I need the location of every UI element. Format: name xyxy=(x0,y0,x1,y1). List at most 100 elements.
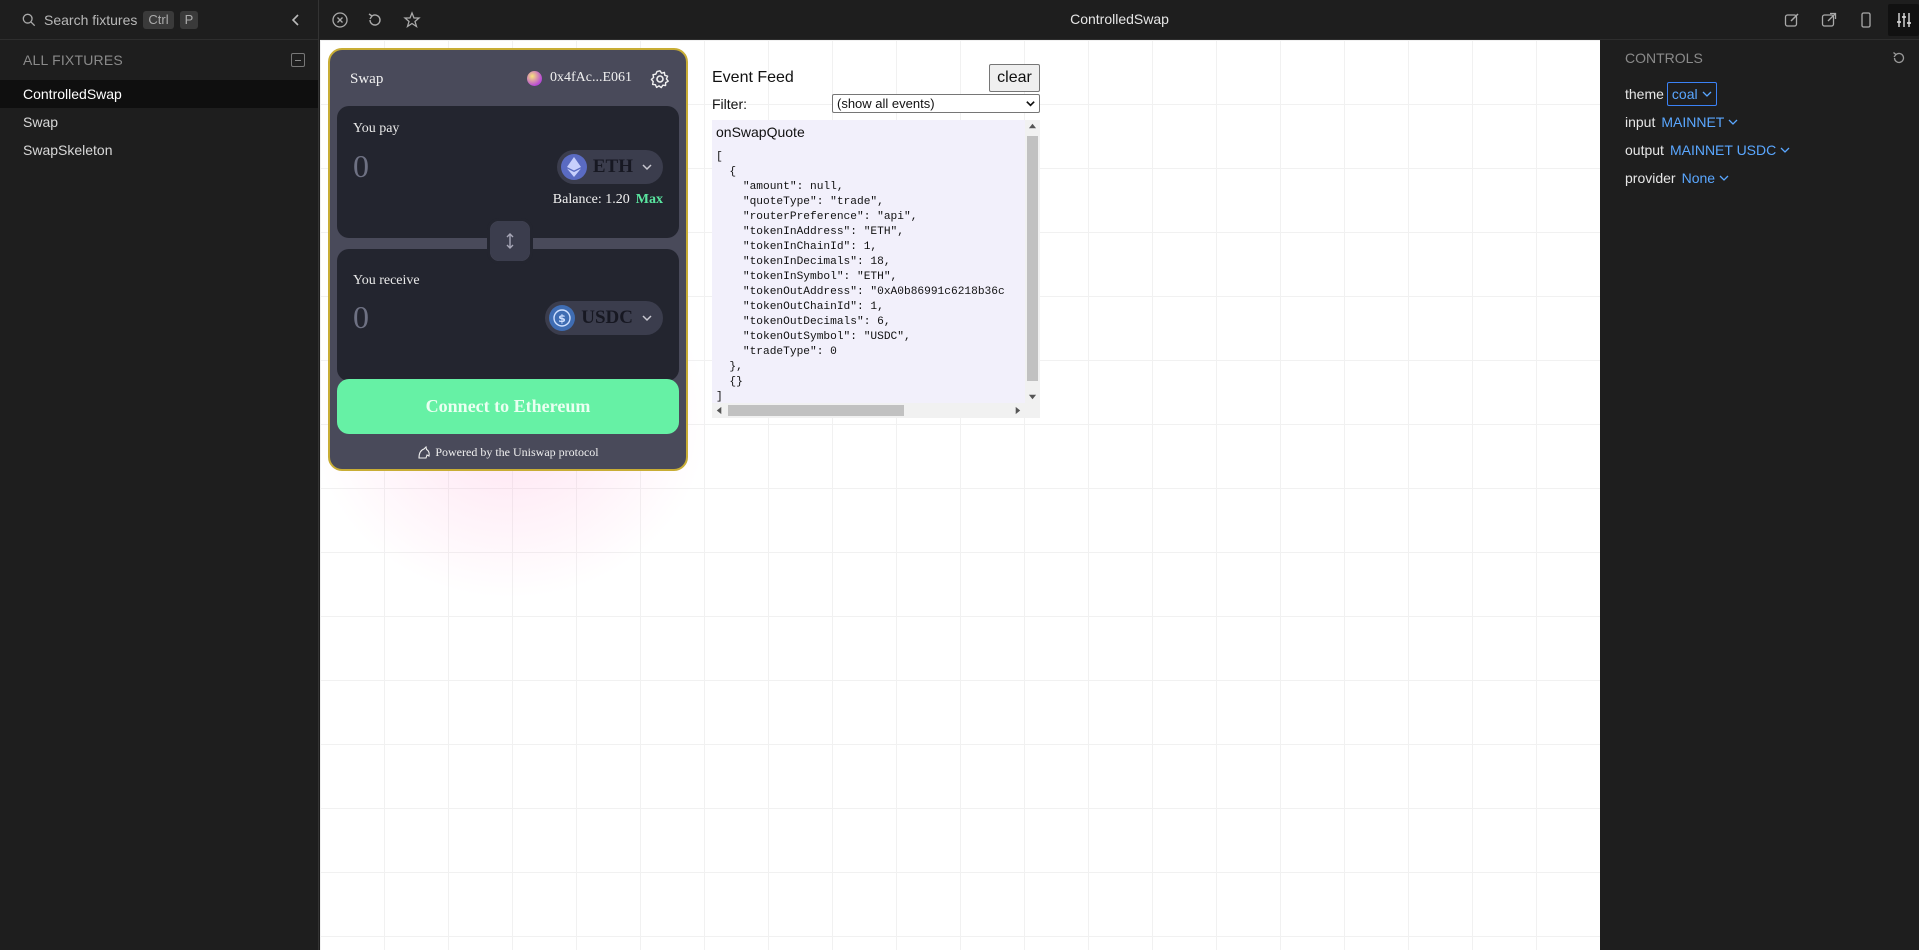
control-row-input: input MAINNET xyxy=(1625,114,1738,130)
max-button[interactable]: Max xyxy=(636,192,663,207)
fixtures-section-title: ALL FIXTURES xyxy=(23,52,123,68)
open-new-tab-icon[interactable] xyxy=(1820,11,1838,29)
horizontal-scroll-thumb[interactable] xyxy=(728,405,904,416)
close-fixture-icon[interactable] xyxy=(331,11,349,29)
controls-toggle-button[interactable] xyxy=(1888,4,1919,36)
switch-tokens-button[interactable] xyxy=(487,218,533,264)
control-label-input: input xyxy=(1625,114,1656,130)
fixtures-section-header: ALL FIXTURES xyxy=(0,40,318,80)
wallet-connection[interactable]: 0x4fAc...E061 xyxy=(526,70,632,86)
receive-token-selector[interactable]: $ USDC xyxy=(545,301,663,335)
eth-icon xyxy=(560,154,587,180)
controls-panel: CONTROLS theme coal input MAINNET output… xyxy=(1600,40,1919,950)
search-fixtures-bar[interactable]: Search fixtures Ctrl P xyxy=(0,0,318,40)
swap-widget: Swap 0x4fAc...E061 You pay 0 ETH Balance… xyxy=(328,48,688,471)
fixture-item-swapskeleton[interactable]: SwapSkeleton xyxy=(0,136,318,164)
fixture-preview-canvas: Swap 0x4fAc...E061 You pay 0 ETH Balance… xyxy=(320,40,1600,950)
usdc-icon: $ xyxy=(549,305,576,331)
powered-by-text: Powered by the Uniswap protocol xyxy=(435,445,599,459)
event-log-line: { xyxy=(716,166,737,178)
search-placeholder: Search fixtures xyxy=(44,11,138,28)
control-label-provider: provider xyxy=(1625,170,1676,186)
pay-amount-input[interactable]: 0 xyxy=(353,148,369,185)
collapse-sidebar-chevron-icon[interactable] xyxy=(288,12,304,28)
input-value: MAINNET xyxy=(1661,114,1725,130)
theme-select[interactable]: coal xyxy=(1666,82,1717,106)
chevron-down-icon xyxy=(1026,101,1035,107)
provider-select[interactable]: None xyxy=(1682,170,1729,186)
event-feed-title: Event Feed xyxy=(712,69,794,86)
uniswap-unicorn-icon xyxy=(418,445,431,459)
scroll-down-arrow-icon[interactable] xyxy=(1028,392,1037,401)
scroll-up-arrow-icon[interactable] xyxy=(1028,122,1037,131)
star-icon[interactable] xyxy=(403,11,421,29)
chevron-down-icon xyxy=(1728,119,1738,125)
responsive-preview-icon[interactable] xyxy=(1857,11,1875,29)
chevron-down-icon xyxy=(642,315,652,322)
chevron-down-icon xyxy=(642,164,652,171)
powered-by-footer[interactable]: Powered by the Uniswap protocol xyxy=(330,445,686,460)
scroll-right-arrow-icon[interactable] xyxy=(1013,406,1022,415)
control-row-theme: theme coal xyxy=(1625,82,1717,106)
pay-token-symbol: ETH xyxy=(592,156,633,177)
event-log-line: "tokenInSymbol": "ETH", xyxy=(716,271,898,283)
clear-button[interactable]: clear xyxy=(989,64,1040,92)
pay-balance-text: Balance: 1.20 xyxy=(552,192,630,207)
filter-label: Filter: xyxy=(712,96,747,112)
theme-value: coal xyxy=(1671,86,1698,102)
edit-icon[interactable] xyxy=(1783,11,1801,29)
control-label-theme: theme xyxy=(1625,86,1664,102)
control-row-output: output MAINNET USDC xyxy=(1625,142,1790,158)
collapse-all-icon[interactable] xyxy=(291,53,305,67)
control-row-provider: provider None xyxy=(1625,170,1729,186)
controls-panel-icon xyxy=(1897,13,1911,27)
connect-wallet-button[interactable]: Connect to Ethereum xyxy=(337,379,679,434)
fixture-item-controlledswap[interactable]: ControlledSwap xyxy=(0,80,318,108)
receive-token-symbol: USDC xyxy=(581,307,633,328)
vertical-scrollbar[interactable] xyxy=(1025,120,1040,403)
shortcut-key-p: P xyxy=(179,10,199,29)
event-log-line: "routerPreference": "api", xyxy=(716,211,918,223)
output-select[interactable]: MAINNET USDC xyxy=(1670,142,1790,158)
control-label-output: output xyxy=(1625,142,1664,158)
receive-amount-input[interactable]: 0 xyxy=(353,299,369,336)
event-log-line: "tokenOutSymbol": "USDC", xyxy=(716,331,911,343)
fixtures-sidebar: Search fixtures Ctrl P ALL FIXTURES Cont… xyxy=(0,0,319,950)
event-log-line: "amount": null, xyxy=(716,181,844,193)
settings-gear-icon[interactable] xyxy=(650,69,670,89)
event-log-line: }, xyxy=(716,361,743,373)
receive-label: You receive xyxy=(353,273,420,288)
controls-title: CONTROLS xyxy=(1625,50,1703,66)
preview-toolbar: ControlledSwap xyxy=(320,0,1919,40)
event-log-line: "tokenInAddress": "ETH", xyxy=(716,226,904,238)
reset-controls-icon[interactable] xyxy=(1891,50,1907,66)
wallet-avatar xyxy=(526,70,542,86)
chevron-down-icon xyxy=(1719,175,1729,181)
event-log-body: [ { "amount": null, "quoteType": "trade"… xyxy=(716,150,1026,405)
reload-icon[interactable] xyxy=(366,11,384,29)
output-value: MAINNET USDC xyxy=(1669,142,1777,158)
swap-header-title: Swap xyxy=(350,71,384,87)
swap-arrows-icon xyxy=(506,233,514,249)
event-filter-value: (show all events) xyxy=(837,96,935,111)
input-select[interactable]: MAINNET xyxy=(1661,114,1738,130)
provider-value: None xyxy=(1681,170,1716,186)
event-log-title: onSwapQuote xyxy=(716,124,805,140)
chevron-down-icon xyxy=(1780,147,1790,153)
pay-label: You pay xyxy=(353,121,400,136)
vertical-scroll-thumb[interactable] xyxy=(1027,136,1038,381)
event-log-line: {} xyxy=(716,376,743,388)
event-log[interactable]: onSwapQuote [ { "amount": null, "quoteTy… xyxy=(712,120,1040,418)
search-icon xyxy=(22,13,36,26)
event-filter-select[interactable]: (show all events) xyxy=(832,94,1040,113)
event-log-line: "tradeType": 0 xyxy=(716,346,837,358)
fixture-item-swap[interactable]: Swap xyxy=(0,108,318,136)
scroll-left-arrow-icon[interactable] xyxy=(715,406,724,415)
pay-token-selector[interactable]: ETH xyxy=(556,150,663,184)
event-log-line: "tokenInChainId": 1, xyxy=(716,241,878,253)
horizontal-scrollbar[interactable] xyxy=(712,403,1040,418)
receive-panel: You receive 0 $ USDC xyxy=(337,249,679,381)
fixture-title: ControlledSwap xyxy=(1070,11,1169,27)
svg-text:$: $ xyxy=(558,312,566,325)
wallet-address: 0x4fAc...E061 xyxy=(549,70,632,85)
